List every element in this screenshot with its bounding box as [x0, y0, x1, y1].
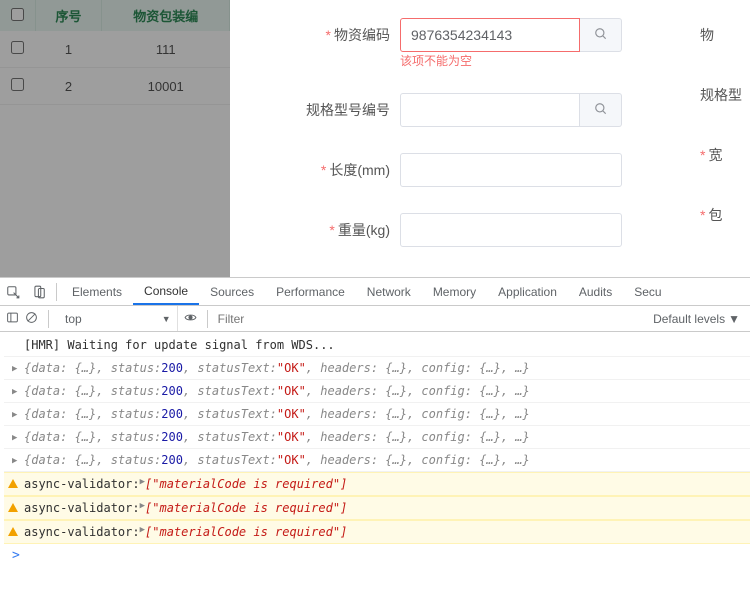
- label-spec-no: 规格型号编号: [260, 93, 400, 120]
- row-spec-no: 规格型号编号: [230, 93, 750, 127]
- row-weight: *重量(kg): [230, 213, 750, 247]
- row-checkbox[interactable]: [11, 78, 24, 91]
- row-checkbox[interactable]: [11, 41, 24, 54]
- console-log-line[interactable]: ▶{data: {…}, status: 200, statusText: "O…: [4, 426, 750, 449]
- devtools-tab-console[interactable]: Console: [133, 278, 199, 305]
- live-expression-icon[interactable]: [184, 311, 197, 327]
- console-log-line[interactable]: [HMR] Waiting for update signal from WDS…: [4, 334, 750, 357]
- inspect-icon[interactable]: [0, 285, 26, 299]
- material-code-search-button[interactable]: [580, 18, 622, 52]
- expand-icon[interactable]: ▶: [12, 433, 17, 443]
- separator: [207, 310, 208, 328]
- devtools-tab-performance[interactable]: Performance: [265, 278, 356, 305]
- console-log-line[interactable]: ▶{data: {…}, status: 200, statusText: "O…: [4, 403, 750, 426]
- console-log-line[interactable]: async-validator: ▶["materialCode is requ…: [4, 520, 750, 544]
- expand-icon[interactable]: ▶: [12, 364, 17, 374]
- select-all-checkbox[interactable]: [11, 8, 24, 21]
- log-level-select[interactable]: Default levels ▼: [653, 312, 744, 326]
- devtools-tab-secu[interactable]: Secu: [623, 278, 672, 305]
- console-toolbar: top ▼ Default levels ▼: [0, 306, 750, 332]
- cutoff-label: 物: [700, 25, 750, 45]
- context-select[interactable]: top ▼: [59, 306, 178, 331]
- cutoff-label: *宽: [700, 145, 750, 165]
- length-input[interactable]: [400, 153, 622, 187]
- console-log-line[interactable]: ▶{data: {…}, status: 200, statusText: "O…: [4, 380, 750, 403]
- devtools-tab-memory[interactable]: Memory: [422, 278, 487, 305]
- console-log-line[interactable]: ▶{data: {…}, status: 200, statusText: "O…: [4, 357, 750, 380]
- chevron-down-icon: ▼: [728, 312, 740, 326]
- label-length: *长度(mm): [260, 153, 400, 180]
- console-filter-input[interactable]: [218, 312, 647, 326]
- table-panel: 序号 物资包装编 1111210001: [0, 0, 230, 277]
- expand-icon[interactable]: ▶: [12, 456, 17, 466]
- spec-no-input[interactable]: [400, 93, 580, 127]
- devtools-tab-application[interactable]: Application: [487, 278, 568, 305]
- search-icon: [594, 102, 608, 119]
- chevron-down-icon: ▼: [162, 314, 171, 324]
- spec-no-search-button[interactable]: [580, 93, 622, 127]
- row-length: *长度(mm): [230, 153, 750, 187]
- material-code-error: 该项不能为空: [400, 55, 622, 67]
- weight-input[interactable]: [400, 213, 622, 247]
- modal-form: 物 规格型 *宽 *包 *物资编码 该项不能为空 规格型号编号: [230, 0, 750, 277]
- devtools-tab-sources[interactable]: Sources: [199, 278, 265, 305]
- label-material-code: *物资编码: [260, 18, 400, 45]
- cell-seq: 1: [35, 31, 102, 68]
- device-icon[interactable]: [26, 285, 52, 299]
- clear-console-icon[interactable]: [25, 311, 38, 327]
- col-checkbox: [0, 0, 35, 31]
- cell-seq: 2: [35, 68, 102, 105]
- table-row[interactable]: 1111: [0, 31, 230, 68]
- search-icon: [594, 27, 608, 44]
- expand-icon[interactable]: ▶: [12, 410, 17, 420]
- devtools-tab-elements[interactable]: Elements: [61, 278, 133, 305]
- cell-code: 10001: [102, 68, 230, 105]
- separator: [56, 283, 57, 301]
- materials-table: 序号 物资包装编 1111210001: [0, 0, 230, 105]
- row-material-code: *物资编码 该项不能为空: [230, 18, 750, 67]
- devtools-panel: ElementsConsoleSourcesPerformanceNetwork…: [0, 277, 750, 589]
- col-code: 物资包装编: [102, 0, 230, 31]
- console-log-line[interactable]: async-validator: ▶["materialCode is requ…: [4, 496, 750, 520]
- devtools-tabs: ElementsConsoleSourcesPerformanceNetwork…: [0, 278, 750, 306]
- label-weight: *重量(kg): [260, 213, 400, 240]
- devtools-tab-audits[interactable]: Audits: [568, 278, 623, 305]
- console-prompt[interactable]: >: [4, 544, 750, 567]
- devtools-tab-network[interactable]: Network: [356, 278, 422, 305]
- app-area: 序号 物资包装编 1111210001 物 规格型 *宽 *包 *物资编码 该项…: [0, 0, 750, 277]
- col-seq: 序号: [35, 0, 102, 31]
- context-select-value: top: [65, 312, 82, 326]
- console-log-line[interactable]: async-validator: ▶["materialCode is requ…: [4, 472, 750, 496]
- cell-code: 111: [102, 31, 230, 68]
- sidebar-toggle-icon[interactable]: [6, 311, 19, 327]
- console-log-area[interactable]: [HMR] Waiting for update signal from WDS…: [0, 332, 750, 589]
- table-row[interactable]: 210001: [0, 68, 230, 105]
- separator: [48, 310, 49, 328]
- cutoff-label: 规格型: [700, 85, 750, 105]
- expand-icon[interactable]: ▶: [12, 387, 17, 397]
- console-log-line[interactable]: ▶{data: {…}, status: 200, statusText: "O…: [4, 449, 750, 472]
- cutoff-label: *包: [700, 205, 750, 225]
- material-code-input[interactable]: [400, 18, 580, 52]
